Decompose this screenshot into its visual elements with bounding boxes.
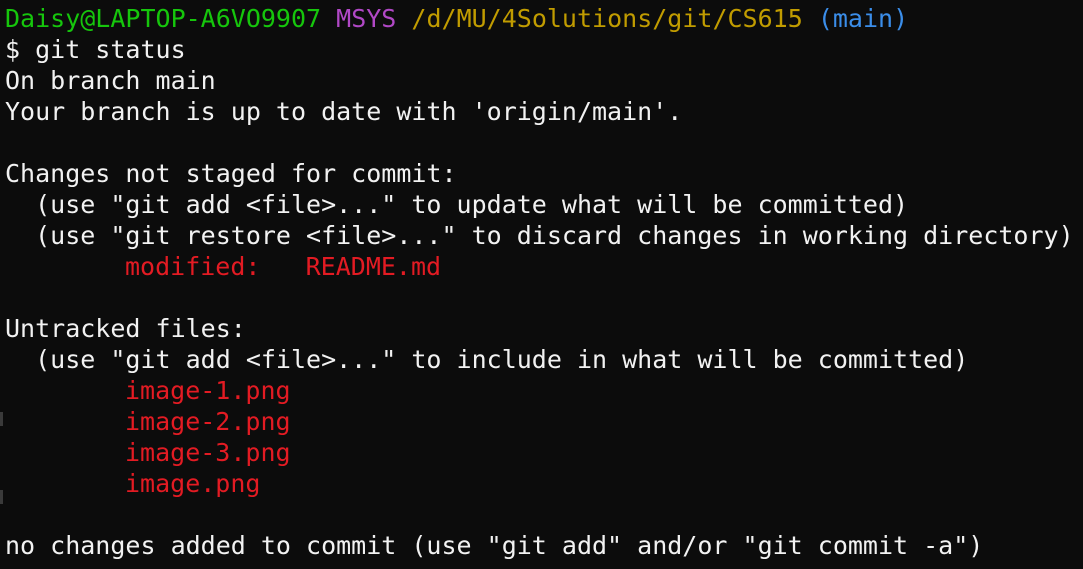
untracked-file: image-3.png bbox=[125, 438, 291, 467]
prompt-user-host: Daisy@LAPTOP-A6VO9907 bbox=[5, 4, 322, 33]
prompt-line: Daisy@LAPTOP-A6VO9907 MSYS /d/MU/4Soluti… bbox=[5, 3, 908, 34]
terminal-window[interactable]: Daisy@LAPTOP-A6VO9907 MSYS /d/MU/4Soluti… bbox=[0, 0, 1083, 569]
prompt-path: /d/MU/4Solutions/git/CS615 bbox=[411, 4, 803, 33]
up-to-date-text: Your branch is up to date with 'origin/m… bbox=[5, 97, 683, 126]
changes-hint-add: (use "git add <file>..." to update what … bbox=[5, 190, 909, 219]
prompt-env: MSYS bbox=[336, 4, 397, 33]
modified-file: README.md bbox=[305, 252, 442, 281]
changes-header: Changes not staged for commit: bbox=[5, 159, 457, 188]
edge-artifact bbox=[0, 412, 3, 426]
modified-label: modified: bbox=[125, 252, 306, 281]
untracked-file: image-1.png bbox=[125, 376, 291, 405]
summary-text: no changes added to commit (use "git add… bbox=[5, 531, 984, 560]
untracked-file: image-2.png bbox=[125, 407, 291, 436]
command-line: $ git status bbox=[5, 35, 186, 64]
untracked-file: image.png bbox=[125, 469, 261, 498]
untracked-header: Untracked files: bbox=[5, 314, 246, 343]
modified-entry: modified: README.md bbox=[125, 251, 441, 282]
edge-artifact bbox=[0, 490, 3, 504]
prompt-branch: (main) bbox=[817, 4, 909, 33]
changes-hint-restore: (use "git restore <file>..." to discard … bbox=[5, 221, 1074, 250]
untracked-hint: (use "git add <file>..." to include in w… bbox=[5, 345, 969, 374]
on-branch-text: On branch main bbox=[5, 66, 216, 95]
